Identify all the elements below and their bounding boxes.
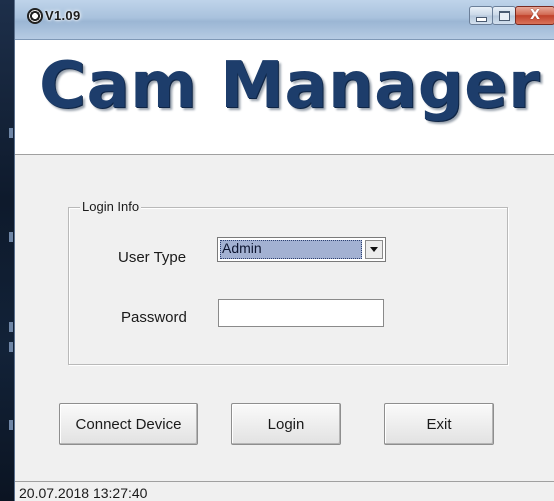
user-type-label: User Type <box>118 249 187 266</box>
status-bar: 20.07.2018 13:27:40 <box>15 481 554 501</box>
cam-manager-window: V1.09 X Cam Manager Login Info User Type… <box>14 0 554 501</box>
banner-title: Cam Manager <box>39 49 541 123</box>
maximize-button[interactable] <box>492 6 516 25</box>
desktop-edge-mark <box>9 420 13 430</box>
desktop-edge-mark <box>9 232 13 242</box>
desktop-background-strip <box>0 0 14 501</box>
status-timestamp: 20.07.2018 13:27:40 <box>19 485 148 501</box>
user-type-select[interactable]: Admin <box>217 237 386 262</box>
login-info-legend: Login Info <box>80 199 142 214</box>
connect-device-button[interactable]: Connect Device <box>59 403 198 445</box>
login-button[interactable]: Login <box>231 403 341 445</box>
password-input[interactable] <box>218 299 384 327</box>
password-label: Password <box>121 309 187 326</box>
close-button[interactable]: X <box>515 6 554 25</box>
camera-lens-icon[interactable] <box>27 8 43 24</box>
window-title: V1.09 <box>45 8 81 23</box>
desktop-edge-mark <box>9 128 13 138</box>
user-type-dropdown-button[interactable] <box>365 240 383 259</box>
exit-button[interactable]: Exit <box>384 403 494 445</box>
close-icon: X <box>529 8 541 23</box>
desktop-edge-mark <box>9 322 13 332</box>
banner: Cam Manager <box>15 40 554 155</box>
user-type-selected-value[interactable]: Admin <box>220 240 362 259</box>
desktop-edge-mark <box>9 342 13 352</box>
maximize-icon <box>498 10 510 21</box>
minimize-button[interactable] <box>469 6 493 25</box>
chevron-down-icon <box>370 247 378 252</box>
login-info-group: Login Info <box>68 199 508 365</box>
title-bar[interactable]: V1.09 X <box>15 0 554 40</box>
minimize-icon <box>475 16 487 22</box>
